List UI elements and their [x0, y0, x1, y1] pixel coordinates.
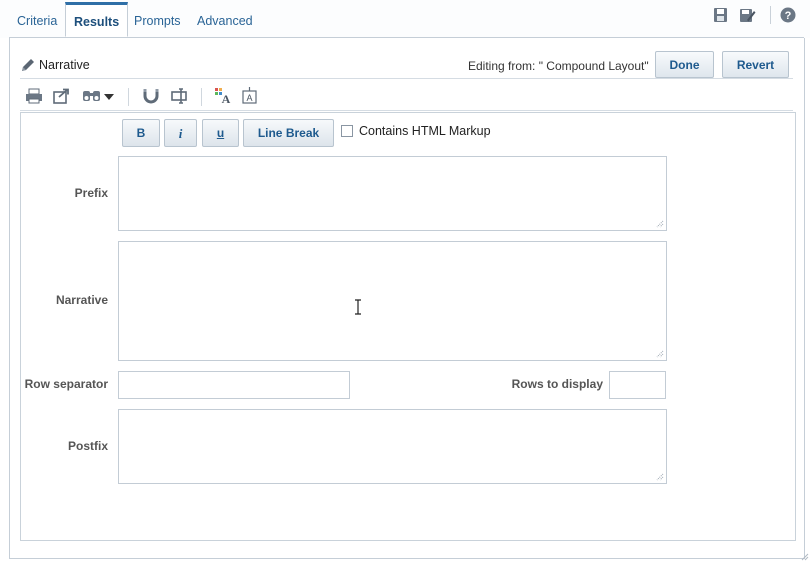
narrative-textarea[interactable] — [118, 241, 667, 361]
resize-grip-icon[interactable] — [656, 473, 664, 481]
bold-button[interactable]: B — [122, 119, 160, 147]
toolbar-divider — [128, 88, 129, 106]
toolbar-divider — [770, 6, 771, 24]
toolbar-divider-line — [20, 110, 793, 111]
view-header: Narrative Editing from: " Compound Layou… — [20, 50, 802, 80]
rows-to-display-label: Rows to display — [511, 377, 603, 391]
prefix-label: Prefix — [74, 186, 108, 200]
tab-bar: Criteria Results Prompts Advanced ? — [0, 0, 810, 38]
pencil-icon — [22, 59, 34, 71]
italic-button[interactable]: i — [164, 119, 197, 147]
edit-text-icon[interactable]: A — [240, 86, 260, 106]
svg-text:A: A — [246, 93, 252, 103]
magnet-icon[interactable] — [141, 86, 161, 106]
narrative-editor: B i u Line Break Contains HTML Markup Pr… — [20, 112, 796, 541]
print-icon[interactable] — [24, 86, 44, 106]
save-as-icon[interactable] — [738, 6, 756, 24]
resize-grip-icon[interactable] — [656, 220, 664, 228]
html-markup-label: Contains HTML Markup — [359, 124, 491, 138]
editing-from-label: Editing from: " Compound Layout" — [468, 59, 649, 73]
tab-results[interactable]: Results — [65, 2, 129, 37]
help-icon[interactable]: ? — [779, 6, 797, 24]
panel-resize-icon[interactable] — [801, 553, 809, 561]
rows-to-display-input[interactable] — [609, 371, 666, 399]
postfix-label: Postfix — [67, 439, 108, 453]
binoculars-icon[interactable] — [82, 86, 102, 106]
resize-grip-icon[interactable] — [656, 350, 664, 358]
row-separator-input[interactable] — [118, 371, 350, 399]
html-markup-checkbox[interactable] — [341, 125, 353, 137]
underline-button[interactable]: u — [202, 119, 239, 147]
export-icon[interactable] — [52, 86, 72, 106]
view-title: Narrative — [39, 58, 90, 72]
header-divider — [20, 78, 793, 79]
text-cursor-icon — [355, 299, 361, 315]
tab-advanced[interactable]: Advanced — [197, 14, 253, 28]
chevron-down-icon[interactable] — [102, 86, 116, 106]
revert-button[interactable]: Revert — [722, 51, 789, 78]
save-icon[interactable] — [712, 6, 730, 24]
rename-view-icon[interactable] — [171, 86, 191, 106]
view-toolbar: A A — [20, 86, 320, 108]
prefix-textarea[interactable] — [118, 156, 667, 231]
svg-text:A: A — [222, 92, 231, 106]
done-button[interactable]: Done — [655, 51, 714, 78]
toolbar-divider — [201, 88, 202, 106]
narrative-label: Narrative — [55, 293, 108, 307]
tab-criteria[interactable]: Criteria — [17, 14, 57, 28]
row-separator-label: Row separator — [24, 377, 108, 391]
postfix-textarea[interactable] — [118, 409, 667, 484]
tab-prompts[interactable]: Prompts — [134, 14, 181, 28]
line-break-button[interactable]: Line Break — [243, 119, 334, 147]
results-panel: Narrative Editing from: " Compound Layou… — [9, 38, 805, 559]
format-view-icon[interactable]: A — [213, 86, 233, 106]
svg-text:?: ? — [785, 10, 792, 22]
